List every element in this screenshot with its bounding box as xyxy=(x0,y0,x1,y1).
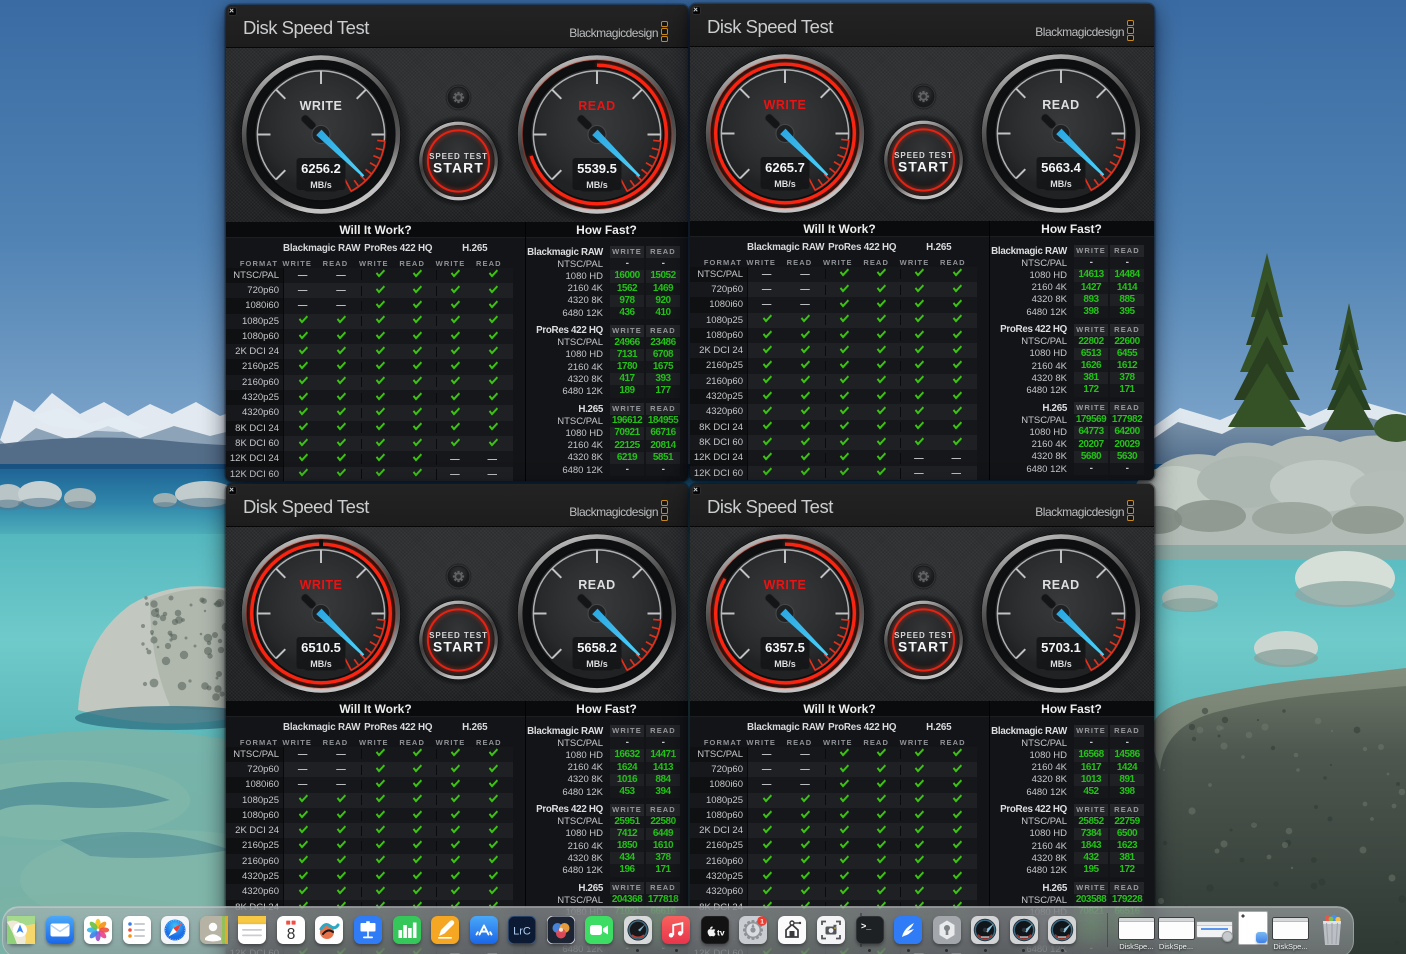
svg-text:LrC: LrC xyxy=(513,926,531,938)
svg-text:tv: tv xyxy=(717,928,725,938)
svg-text:8: 8 xyxy=(286,926,295,943)
svg-text:>_: >_ xyxy=(861,921,872,931)
svg-text:1: 1 xyxy=(761,918,765,925)
